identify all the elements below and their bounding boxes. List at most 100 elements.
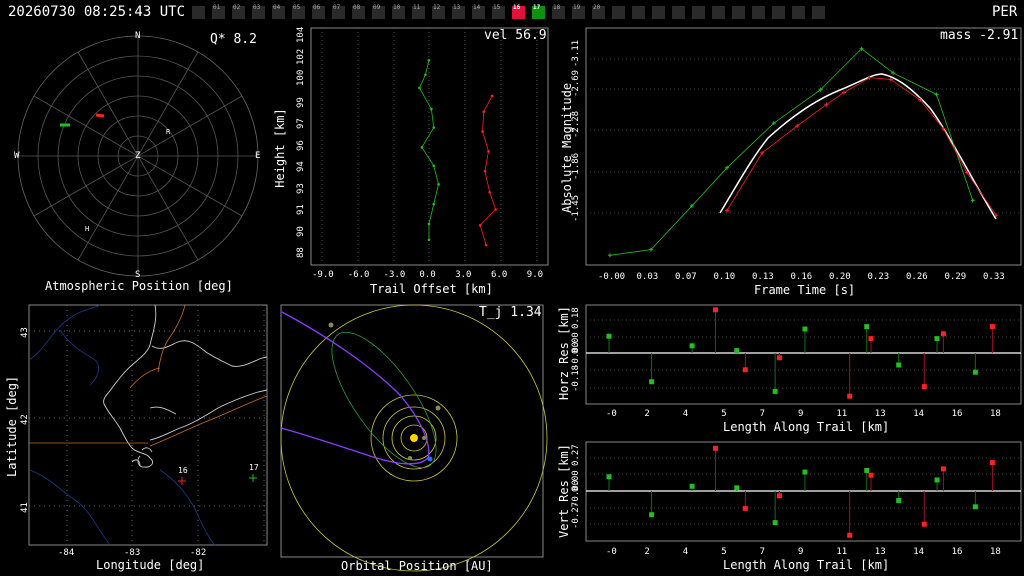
magnitude-point-green xyxy=(934,92,939,97)
station-markers xyxy=(178,474,257,485)
horz-res-point-green xyxy=(689,343,695,349)
planet-marker xyxy=(408,456,412,460)
map-xlabel: Longitude [deg] xyxy=(96,558,205,572)
planet-marker xyxy=(328,322,334,328)
vert-res-xtick: 18 xyxy=(990,547,1001,557)
vert-res-xtick: 9 xyxy=(798,547,804,557)
magnitude-xtick: 0.20 xyxy=(829,272,851,282)
vert-res-xtick: -0 xyxy=(606,547,617,557)
horz-res-point-green xyxy=(864,324,870,330)
horz-res-point-green xyxy=(606,333,612,339)
height-point-red xyxy=(488,190,491,194)
earth-marker xyxy=(427,456,433,462)
height-series-line-red xyxy=(479,95,497,246)
vert-res-point-green xyxy=(864,467,870,473)
map-frame xyxy=(28,304,268,546)
magnitude-xtick: 0.07 xyxy=(675,272,697,282)
vert-res-point-green xyxy=(689,483,695,489)
magnitude-plot-grid xyxy=(586,58,1021,214)
magnitude-xtick: 0.10 xyxy=(713,272,736,282)
height-ytick: 100 xyxy=(296,69,306,86)
map-grid xyxy=(29,305,267,545)
magnitude-point-green xyxy=(970,198,975,203)
vert-res-point-red xyxy=(847,532,853,538)
vert-res-ytick: 0.27 xyxy=(571,444,581,466)
horz-res-point-green xyxy=(802,326,808,332)
height-point-green xyxy=(427,58,431,62)
height-xlabel: Trail Offset [km] xyxy=(370,282,493,296)
height-point-red xyxy=(481,130,484,133)
horz-res-point-red xyxy=(921,384,927,390)
horz-res-xtick: 5 xyxy=(721,409,727,419)
compass-west: W xyxy=(14,151,20,161)
compass-east: E xyxy=(255,151,261,161)
horz-res-point-green xyxy=(934,336,940,342)
height-ytick: 104 xyxy=(296,26,306,43)
map-ytick: 41 xyxy=(20,502,30,513)
height-ytick: 93 xyxy=(296,182,306,194)
height-ylabel: Height [km] xyxy=(273,108,287,188)
horz-res-point-green xyxy=(734,348,740,354)
height-ytick: 88 xyxy=(296,247,306,258)
map-xtick: -83 xyxy=(124,548,141,558)
height-point-red xyxy=(484,243,488,247)
vert-res-point-red xyxy=(868,472,874,478)
vert-res-ylabel: Vert Res [km] xyxy=(557,444,571,538)
vert-res-point-red xyxy=(921,521,927,527)
height-point-green xyxy=(432,126,436,129)
height-point-green xyxy=(430,107,433,111)
q-star-metric: Q* 8.2 xyxy=(210,32,257,47)
horz-res-xtick: 18 xyxy=(990,409,1001,419)
horz-res-xlabel: Length Along Trail [km] xyxy=(723,420,890,434)
height-ytick: 94 xyxy=(296,161,306,172)
height-point-green xyxy=(427,238,431,242)
height-point-green xyxy=(437,183,440,186)
horz-res-point-red xyxy=(713,307,718,313)
magnitude-point-red xyxy=(725,208,729,213)
horz-res-point-red xyxy=(989,324,995,330)
vert-res-xtick: 5 xyxy=(721,547,727,557)
height-point-green xyxy=(432,164,436,168)
mass-metric: mass -2.91 xyxy=(940,28,1019,43)
vert-res-xtick: 7 xyxy=(759,547,766,557)
horz-res-point-red xyxy=(776,355,782,361)
height-ytick: 90 xyxy=(296,225,306,237)
horz-res-xtick: 2 xyxy=(644,409,650,419)
vert-res-xtick: 13 xyxy=(874,547,886,557)
h-marker: H xyxy=(85,225,90,233)
horz-res-point-green xyxy=(772,388,778,394)
height-point-red xyxy=(490,94,494,98)
magnitude-plot-frame xyxy=(585,27,1022,266)
horz-res-xtick: 13 xyxy=(874,409,886,419)
magnitude-ytick: -2.69 xyxy=(571,69,581,97)
chart-marks xyxy=(418,46,999,538)
height-point-red xyxy=(494,208,497,211)
vert-res-xlabel: Length Along Trail [km] xyxy=(723,558,890,572)
horz-res-xtick: 9 xyxy=(798,409,804,419)
horz-res-xtick: -0 xyxy=(606,409,617,419)
vert-res-xtick: 11 xyxy=(836,547,848,557)
vert-res-point-green xyxy=(934,477,940,483)
magnitude-xtick: -0.00 xyxy=(598,272,626,282)
height-plot-grid xyxy=(321,28,538,265)
vert-res-point-green xyxy=(896,497,902,503)
vert-res-xtick: 16 xyxy=(951,547,963,557)
compass-north: N xyxy=(135,31,141,41)
vert-res-ytick: -0.27 xyxy=(571,501,581,529)
vert-res-point-green xyxy=(772,520,778,526)
height-point-green xyxy=(420,146,424,149)
compass-zenith: Z xyxy=(135,151,141,161)
orbit-frame xyxy=(280,304,544,558)
map-ytick: 43 xyxy=(20,327,30,338)
map-xtick: -84 xyxy=(58,548,75,558)
height-point-green xyxy=(432,202,436,206)
height-point-green xyxy=(418,86,421,90)
height-point-red xyxy=(487,150,490,153)
height-xtick: 9.0 xyxy=(526,270,544,280)
height-xtick: 3.0 xyxy=(455,270,472,280)
height-ytick: 102 xyxy=(296,48,306,65)
height-plot-frame xyxy=(310,27,549,266)
orbit-planets xyxy=(328,322,441,462)
height-ytick: 91 xyxy=(296,204,306,215)
horz-res-point-green xyxy=(972,369,978,375)
